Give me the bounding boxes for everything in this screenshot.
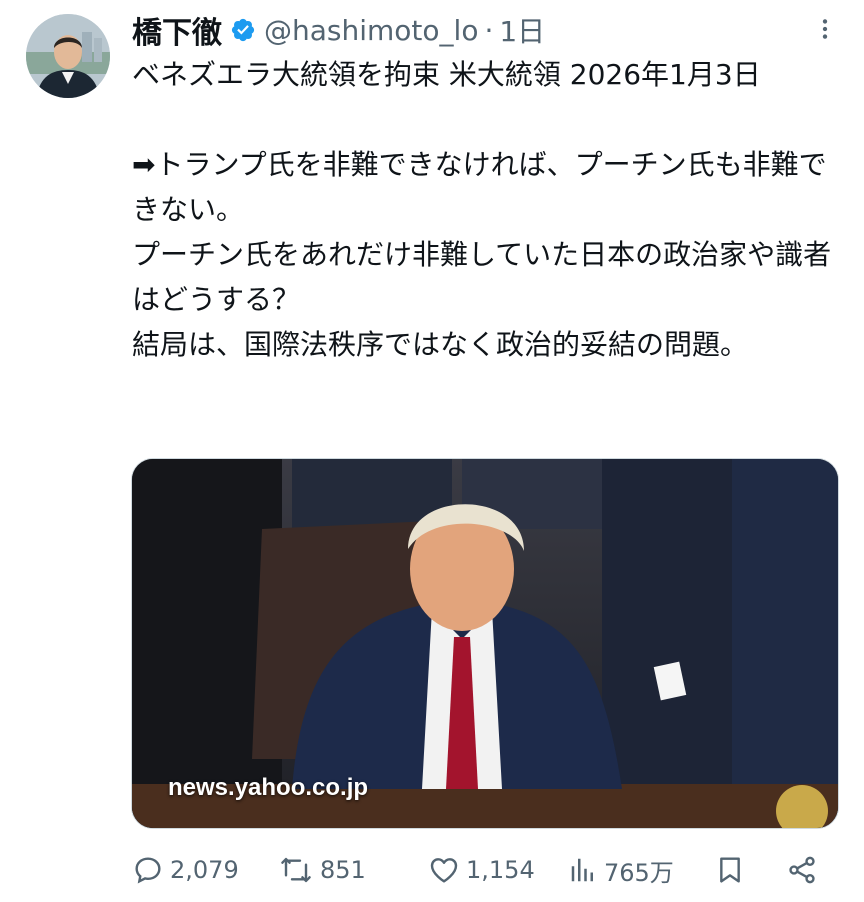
tweet-text-line: 結局は、国際法秩序ではなく政治的妥結の問題。 bbox=[132, 328, 749, 361]
reply-icon bbox=[135, 857, 161, 884]
views-icon bbox=[571, 858, 593, 882]
author-handle[interactable]: @hashimoto_lo bbox=[264, 14, 478, 47]
bookmark-button[interactable] bbox=[714, 848, 746, 892]
tweet-text: ベネズエラ大統領を拘束 米大統領 2026年1月3日 ➡トランプ氏を非難できなけ… bbox=[132, 52, 842, 367]
tweet-action-bar: 2,079 851 1,154 765万 bbox=[132, 848, 832, 892]
retweet-button[interactable]: 851 bbox=[278, 848, 366, 892]
tweet-media-image[interactable]: news.yahoo.co.jp bbox=[131, 458, 839, 829]
like-count: 1,154 bbox=[466, 856, 535, 884]
share-icon bbox=[789, 856, 815, 884]
retweet-count: 851 bbox=[320, 856, 366, 884]
heart-icon bbox=[430, 858, 458, 883]
avatar[interactable] bbox=[26, 14, 110, 98]
author-display-name[interactable]: 橋下徹 bbox=[132, 8, 222, 52]
timestamp[interactable]: 1日 bbox=[499, 10, 545, 50]
media-source-label: news.yahoo.co.jp bbox=[168, 774, 369, 801]
tweet-text-line: ベネズエラ大統領を拘束 米大統領 2026年1月3日 bbox=[132, 58, 761, 91]
bookmark-icon bbox=[720, 857, 740, 883]
share-button[interactable] bbox=[786, 848, 818, 892]
like-button[interactable]: 1,154 bbox=[428, 848, 535, 892]
retweet-icon bbox=[281, 857, 311, 883]
views-count: 765万 bbox=[604, 858, 674, 887]
media-photo bbox=[132, 459, 838, 828]
verified-badge-icon bbox=[230, 17, 256, 43]
tweet-header: 橋下徹 @hashimoto_lo · 1日 bbox=[132, 8, 545, 52]
tweet-text-line: ➡トランプ氏を非難できなければ、プーチン氏も非難できない。 bbox=[132, 148, 827, 226]
views-button[interactable]: 765万 bbox=[568, 848, 674, 892]
separator-dot: · bbox=[484, 13, 494, 47]
reply-count: 2,079 bbox=[170, 856, 239, 884]
reply-button[interactable]: 2,079 bbox=[132, 848, 239, 892]
tweet-text-line: プーチン氏をあれだけ非難していた日本の政治家や識者はどうする？ bbox=[132, 238, 832, 316]
more-icon[interactable] bbox=[812, 16, 838, 42]
